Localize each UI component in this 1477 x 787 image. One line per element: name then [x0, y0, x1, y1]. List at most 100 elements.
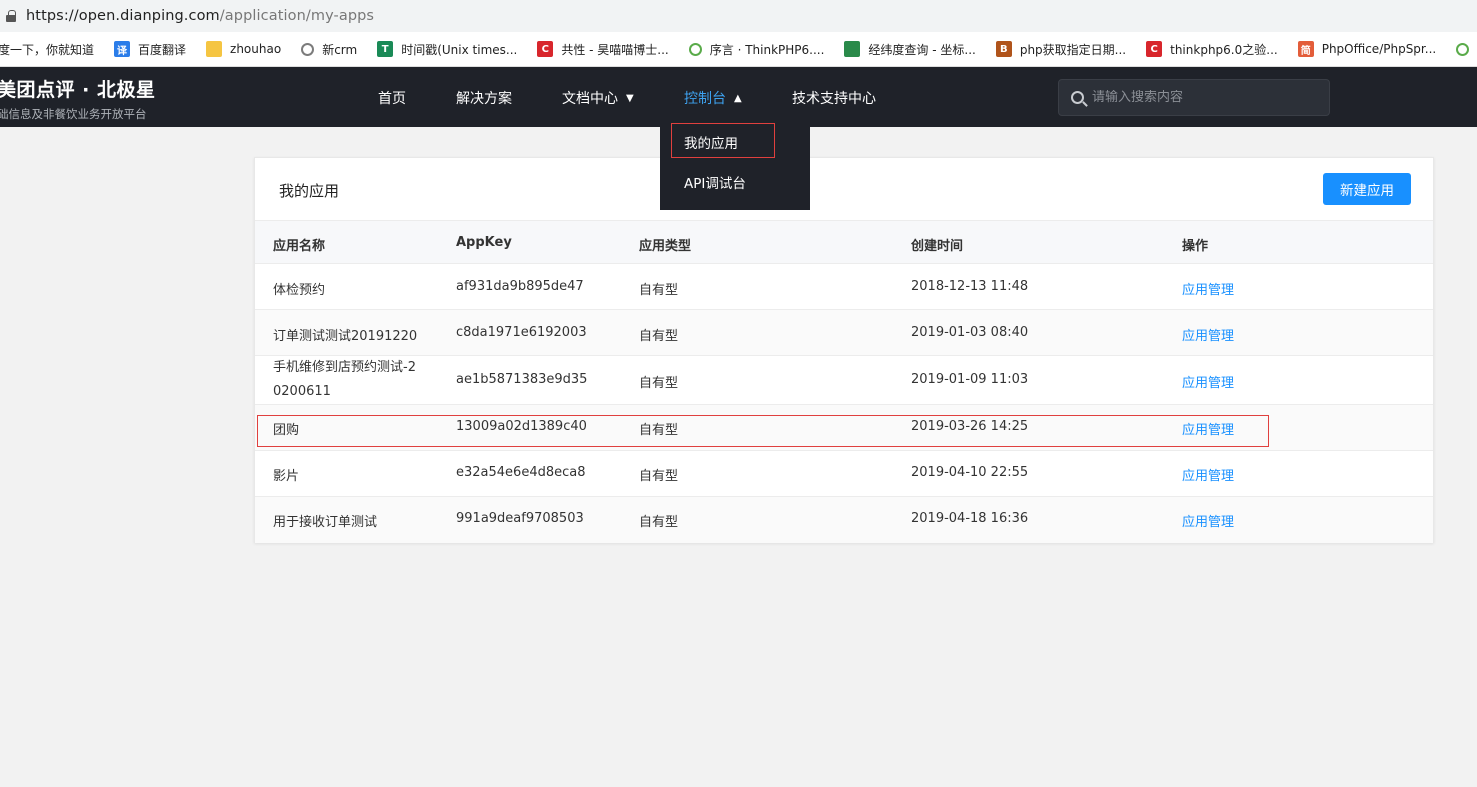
bookmark-item[interactable]: C 共性 - 昊喵喵博士... [537, 41, 669, 58]
nav-console[interactable]: 控制台 ▲ [684, 88, 742, 108]
app-name: 体检预约 [273, 283, 326, 298]
app-created: 2019-04-10 22:55 [911, 465, 1029, 480]
bookmark-label: 度一下，你就知道 [0, 42, 95, 57]
brand-title: 美团点评 · 北极星 [0, 79, 156, 101]
folder-icon [206, 41, 223, 57]
app-name: 团购 [273, 423, 300, 438]
timestamp-icon: T [377, 41, 394, 57]
search-box [1058, 79, 1330, 116]
bookmark-item[interactable]: 简 PhpOffice/PhpSpr... [1297, 41, 1437, 57]
app-type: 自有型 [639, 423, 679, 438]
bookmarks-bar: 度一下，你就知道 译百度翻译 zhouhao 新crm T 时间戳(Unix times.… [0, 32, 1477, 67]
bookmark-label: 序言 · ThinkPHP6.... [709, 42, 825, 57]
app-name: 影片 [273, 469, 300, 484]
app-created: 2019-04-18 16:36 [911, 511, 1029, 526]
jb-icon: B [995, 41, 1012, 57]
app-name: 订单测试测试20191220 [273, 329, 418, 344]
brand-subtitle: 础信息及非餐饮业务开放平台 [0, 107, 147, 121]
nav-docs[interactable]: 文档中心 ▼ [562, 88, 634, 108]
app-created: 2019-03-26 14:25 [911, 419, 1029, 434]
bookmark-label: thinkphp6.0之验... [1170, 42, 1278, 57]
table-header: 应用名称 AppKey 应用类型 创建时间 操作 [255, 220, 1433, 264]
my-apps-card: 我的应用 新建应用 应用名称 AppKey 应用类型 创建时间 操作 体检预约 … [254, 157, 1434, 543]
manage-app-link[interactable]: 应用管理 [1182, 372, 1234, 391]
table-row: 体检预约 af931da9b895de47 自有型 2018-12-13 11:… [255, 264, 1433, 310]
brand[interactable]: 美团点评 · 北极星 础信息及非餐饮业务开放平台 [0, 75, 155, 122]
bookmark-item[interactable]: Cthinkphp6.0之验... [1146, 41, 1278, 58]
bookmark-item[interactable]: 经纬度查询 - 坐标... [844, 41, 976, 58]
app-created: 2019-01-09 11:03 [911, 372, 1029, 387]
bookmark-item[interactable]: 译百度翻译 [114, 41, 186, 58]
nav-solutions[interactable]: 解决方案 [456, 88, 512, 108]
bookmark-label: 经纬度查询 - 坐标... [868, 42, 976, 57]
app-key: af931da9b895de47 [456, 279, 584, 294]
lock-icon [6, 10, 16, 22]
bookmark-item[interactable]: 比 [1456, 41, 1477, 58]
bookmark-item[interactable]: 度一下，你就知道 [0, 41, 94, 58]
kancloud-icon [688, 42, 702, 56]
table-row: 团购 13009a02d1389c40 自有型 2019-03-26 14:25… [255, 405, 1433, 451]
app-key: 991a9deaf9708503 [456, 511, 584, 526]
table-row: 订单测试测试20191220 c8da1971e6192003 自有型 2019… [255, 310, 1433, 356]
app-type: 自有型 [639, 515, 679, 530]
app-type: 自有型 [639, 376, 679, 391]
app-created: 2019-01-03 08:40 [911, 325, 1029, 340]
search-icon[interactable] [1071, 91, 1084, 104]
table-row: 手机维修到店预约测试-2 0200611 ae1b5871383e9d35 自有型… [255, 356, 1433, 405]
address-bar[interactable]: https://open.dianping.com/application/my… [0, 0, 1477, 32]
nav-home[interactable]: 首页 [378, 88, 406, 108]
top-nav: 美团点评 · 北极星 础信息及非餐饮业务开放平台 首页 解决方案 文档中心 ▼ 控… [0, 67, 1477, 127]
col-appkey: AppKey [456, 235, 512, 250]
app-type: 自有型 [639, 469, 679, 484]
app-key: c8da1971e6192003 [456, 325, 587, 340]
csdn-icon: C [1146, 41, 1163, 57]
bookmark-label: 共性 - 昊喵喵博士... [561, 42, 669, 57]
map-icon [844, 41, 861, 57]
url-text[interactable]: https://open.dianping.com/application/my… [26, 8, 374, 24]
manage-app-link[interactable]: 应用管理 [1182, 325, 1234, 344]
col-created: 创建时间 [911, 239, 964, 254]
app-name: 手机维修到店预约测试-2 0200611 [273, 360, 416, 399]
bookmark-label: 时间戳(Unix times... [401, 42, 518, 57]
manage-app-link[interactable]: 应用管理 [1182, 419, 1234, 438]
dropdown-item-api-console[interactable]: API调试台 [684, 172, 746, 192]
card-title: 我的应用 [279, 182, 340, 200]
csdn-icon: C [537, 41, 554, 57]
search-input[interactable] [1092, 90, 1312, 105]
app-key: e32a54e6e4d8eca8 [456, 465, 586, 480]
app-type: 自有型 [639, 283, 679, 298]
wechat-icon [301, 42, 315, 56]
bookmark-item[interactable]: zhouhao [206, 41, 281, 57]
col-type: 应用类型 [639, 239, 692, 254]
manage-app-link[interactable]: 应用管理 [1182, 465, 1234, 484]
kancloud-icon [1456, 42, 1470, 56]
app-key: ae1b5871383e9d35 [456, 372, 588, 387]
bookmark-item[interactable]: T 时间戳(Unix times... [377, 41, 517, 58]
bookmark-item[interactable]: 新crm [301, 41, 357, 58]
bookmark-item[interactable]: 序言 · ThinkPHP6.... [688, 41, 825, 58]
table-row: 影片 e32a54e6e4d8eca8 自有型 2019-04-10 22:55… [255, 451, 1433, 497]
translate-icon: 译 [114, 41, 131, 57]
manage-app-link[interactable]: 应用管理 [1182, 279, 1234, 298]
bookmark-label: 百度翻译 [138, 42, 187, 57]
manage-app-link[interactable]: 应用管理 [1182, 511, 1234, 530]
app-name: 用于接收订单测试 [273, 515, 378, 530]
console-dropdown: 我的应用 API调试台 [660, 123, 810, 210]
app-created: 2018-12-13 11:48 [911, 279, 1029, 294]
app-key: 13009a02d1389c40 [456, 419, 587, 434]
bookmark-label: php获取指定日期... [1019, 42, 1127, 57]
app-type: 自有型 [639, 329, 679, 344]
nav-support[interactable]: 技术支持中心 [792, 88, 876, 108]
bookmark-label: zhouhao [230, 42, 282, 56]
dropdown-item-my-apps[interactable]: 我的应用 [684, 132, 738, 152]
bookmark-item[interactable]: Bphp获取指定日期... [995, 41, 1127, 58]
new-app-button[interactable]: 新建应用 [1323, 173, 1411, 205]
jianshu-icon: 简 [1297, 41, 1314, 57]
table-row: 用于接收订单测试 991a9deaf9708503 自有型 2019-04-18… [255, 497, 1433, 543]
col-name: 应用名称 [273, 239, 326, 254]
caret-down-icon: ▼ [626, 92, 634, 104]
bookmark-label: 新crm [322, 42, 358, 57]
col-action: 操作 [1182, 239, 1209, 254]
bookmark-label: PhpOffice/PhpSpr... [1321, 42, 1437, 56]
caret-up-icon: ▲ [734, 92, 742, 104]
